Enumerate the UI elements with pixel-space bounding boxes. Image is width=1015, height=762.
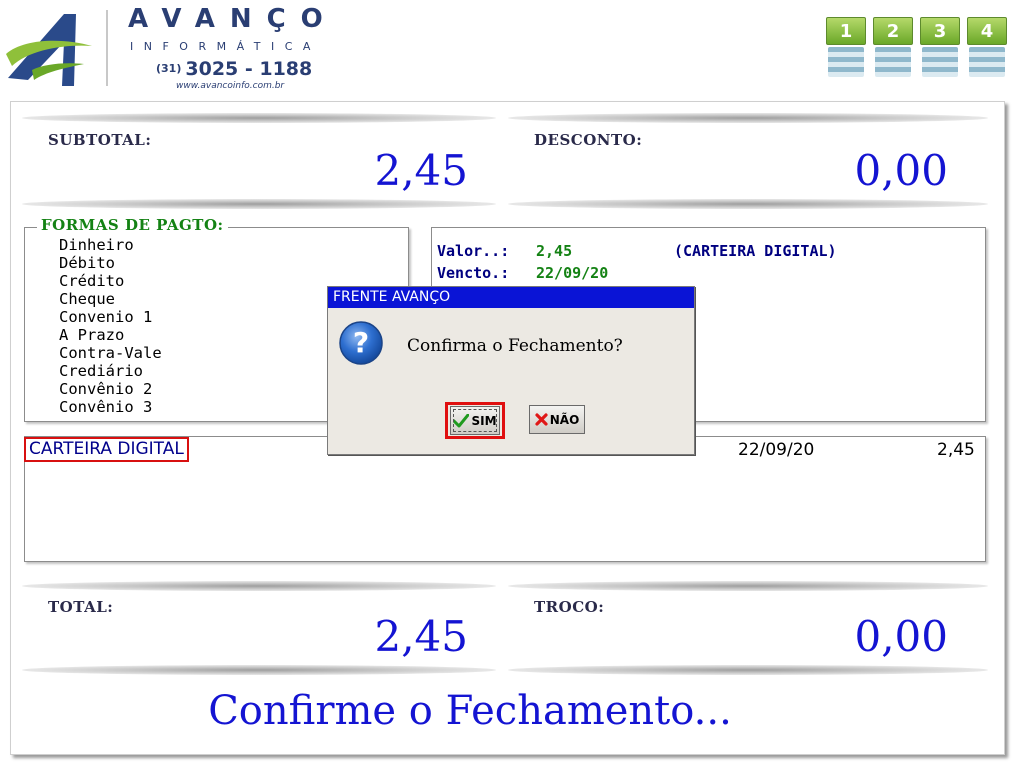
selected-payment-amount: 2,45 [937,440,975,460]
payment-methods-list: Dinheiro Débito Crédito Cheque Convenio … [59,236,162,416]
monitor-1-number: 1 [826,17,866,45]
no-button-label: NÃO [549,412,580,427]
desconto-label: DESCONTO: [534,131,643,149]
vencto-value: 22/09/20 [536,264,609,282]
status-message: Confirme o Fechamento... [208,688,732,734]
divider-bar [508,665,988,675]
no-button[interactable]: NÃO [529,405,585,434]
svg-text:?: ? [353,326,369,359]
monitor-3-icon[interactable]: 3 [920,17,960,81]
payment-method-item[interactable]: Convenio 1 [59,308,162,326]
monitor-4-icon[interactable]: 4 [967,17,1007,81]
monitor-2-number: 2 [873,17,913,45]
total-value: 2,45 [374,612,468,661]
divider-bar [508,199,988,209]
dialog-message: Confirma o Fechamento? [407,336,623,356]
brand-subtitle: INFORMÁTICA [130,40,321,53]
troco-label: TROCO: [534,598,605,616]
payment-method-item[interactable]: Débito [59,254,162,272]
payment-method-item[interactable]: Cheque [59,290,162,308]
subtotal-value: 2,45 [374,146,468,195]
divider-bar [22,665,496,675]
close-icon [535,413,548,426]
monitor-4-number: 4 [967,17,1007,45]
total-label: TOTAL: [48,598,114,616]
payment-method-item[interactable]: Contra-Vale [59,344,162,362]
valor-label: Valor..: [437,242,510,260]
selected-payment-date: 22/09/20 [738,440,815,460]
yes-button[interactable]: SIM [450,406,500,435]
avanco-logo-icon [6,14,92,86]
troco-value: 0,00 [854,612,948,661]
brand-phone: (31) 3025 - 1188 [156,58,312,80]
payment-method-item[interactable]: Crédito [59,272,162,290]
payment-method-item[interactable]: A Prazo [59,326,162,344]
phone-area-code: (31) [156,62,182,75]
valor-value: 2,45 [536,242,573,260]
payment-methods-title: FORMAS DE PAGTO: [37,216,228,234]
divider-bar [22,199,496,209]
app-header: AVANÇO INFORMÁTICA (31) 3025 - 1188 www.a… [0,0,1015,100]
monitor-2-icon[interactable]: 2 [873,17,913,81]
yes-button-highlight: SIM [445,402,505,439]
divider-bar [22,113,496,123]
vencto-label: Vencto.: [437,264,510,282]
payment-method-item[interactable]: Convênio 3 [59,398,162,416]
selected-payment-method[interactable]: CARTEIRA DIGITAL [24,437,189,462]
brand-title: AVANÇO [128,4,338,34]
payment-method-name: (CARTEIRA DIGITAL) [674,242,837,260]
divider-bar [22,581,496,591]
monitor-3-number: 3 [920,17,960,45]
brand-website: www.avancoinfo.com.br [176,81,285,91]
desconto-value: 0,00 [854,146,948,195]
logo-divider [106,10,108,86]
confirm-dialog: FRENTE AVANÇO ? Confirma o Fechamento? S… [327,286,695,455]
monitor-1-icon[interactable]: 1 [826,17,866,81]
payment-method-item[interactable]: Convênio 2 [59,380,162,398]
payment-method-item[interactable]: Crediário [59,362,162,380]
question-icon: ? [339,321,383,365]
terminal-monitors: 1 2 3 4 [826,17,1008,81]
divider-bar [508,113,988,123]
payment-method-item[interactable]: Dinheiro [59,236,162,254]
subtotal-label: SUBTOTAL: [48,131,152,149]
divider-bar [508,581,988,591]
dialog-title-bar[interactable]: FRENTE AVANÇO [328,287,694,308]
phone-number: 3025 - 1188 [185,58,313,80]
